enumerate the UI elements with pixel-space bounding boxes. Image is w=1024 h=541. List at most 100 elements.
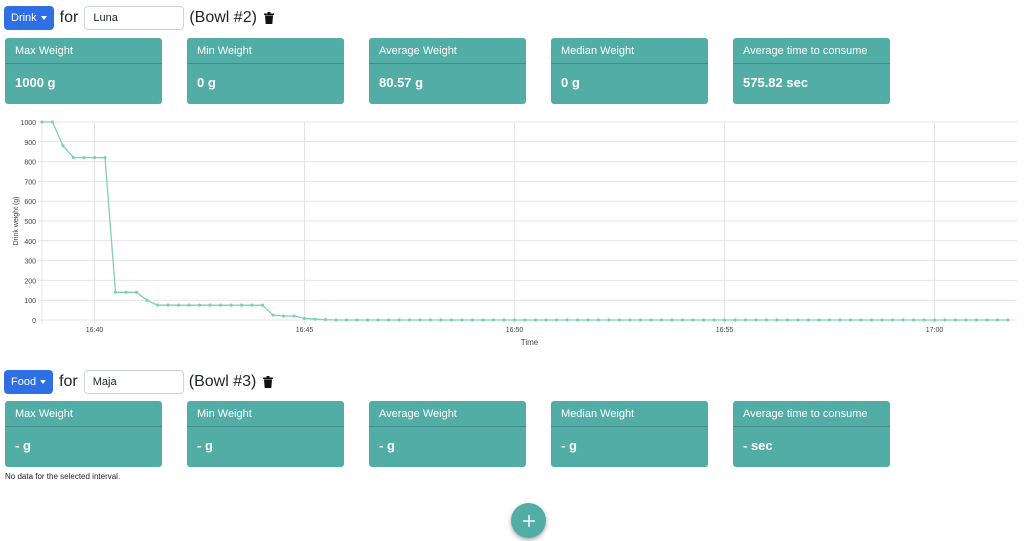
data-point	[40, 120, 44, 124]
y-tick-label: 200	[24, 278, 36, 285]
data-point	[155, 303, 160, 307]
data-point	[785, 318, 790, 322]
stat-card-value: - g	[15, 438, 31, 453]
data-point	[565, 318, 569, 322]
data-point	[596, 318, 601, 322]
data-point	[544, 318, 548, 322]
stat-card-value: - g	[197, 438, 213, 453]
data-point	[869, 318, 874, 322]
bowl-type-label: Drink	[11, 12, 37, 24]
data-point	[764, 318, 769, 322]
x-tick-label: 16:50	[506, 327, 524, 334]
y-axis-label: Drink weight (g)	[13, 196, 20, 245]
data-point	[187, 303, 191, 307]
trash-icon[interactable]	[263, 12, 274, 24]
data-point	[985, 318, 989, 322]
y-tick-label: 1000	[20, 120, 36, 127]
data-point	[964, 318, 968, 322]
add-bowl-button[interactable]	[511, 503, 546, 538]
data-point	[281, 314, 286, 318]
data-point	[365, 318, 370, 322]
y-tick-label: 300	[24, 259, 36, 266]
trash-icon[interactable]	[263, 376, 274, 388]
data-point	[428, 318, 433, 322]
stat-card-title: Average time to consume	[733, 401, 890, 427]
data-point	[92, 156, 97, 160]
data-point	[533, 318, 538, 322]
x-axis-ticks: 16:40 16:45 16:50 16:55 17:00	[86, 327, 944, 334]
stat-card-min-weight: Min Weight - g	[187, 401, 344, 467]
data-point	[397, 318, 401, 322]
bowl-3-header: Food for (Bowl #3)	[4, 370, 274, 394]
data-point	[82, 156, 86, 160]
data-point	[953, 318, 958, 322]
x-tick-label: 16:45	[296, 327, 314, 334]
data-point	[292, 314, 296, 318]
y-axis-ticks: 0 100 200 300 400 500 600 700 800 900 1000	[20, 120, 36, 325]
pet-name-input[interactable]	[84, 6, 185, 30]
pet-name-input[interactable]	[83, 370, 184, 394]
data-point	[806, 318, 811, 322]
stat-card-value: 1000 g	[15, 75, 56, 90]
stat-card-max-weight: Max Weight 1000 g	[5, 38, 162, 104]
data-point	[197, 303, 202, 307]
caret-down-icon	[40, 380, 47, 384]
data-point	[775, 318, 779, 322]
data-point	[491, 318, 496, 322]
bowl-type-dropdown[interactable]: Drink	[4, 6, 54, 30]
data-point	[911, 318, 916, 322]
y-tick-label: 700	[24, 179, 36, 186]
data-point	[943, 318, 947, 322]
data-point	[502, 318, 506, 322]
data-point	[470, 318, 475, 322]
data-point	[439, 318, 443, 322]
stat-card-value: 0 g	[197, 75, 216, 90]
data-point	[1006, 318, 1010, 322]
bowl-label: (Bowl #2)	[189, 9, 257, 26]
for-label: for	[59, 9, 79, 26]
data-point	[932, 318, 937, 322]
stat-card-title: Min Weight	[187, 38, 344, 64]
stat-card-title: Median Weight	[551, 38, 708, 64]
stat-card-max-weight: Max Weight - g	[5, 401, 162, 467]
chart-grid	[38, 121, 1017, 324]
y-tick-label: 500	[24, 219, 36, 226]
data-point	[176, 303, 181, 307]
stat-card-title: Min Weight	[187, 401, 344, 427]
data-point	[124, 290, 128, 294]
y-tick-label: 0	[32, 318, 36, 325]
data-point	[827, 318, 832, 322]
stat-card-value: - g	[379, 438, 395, 453]
stat-card-average-weight: Average Weight - g	[369, 401, 526, 467]
stat-card-title: Max Weight	[5, 38, 162, 64]
stat-card-title: Average Weight	[369, 38, 526, 64]
stat-card-min-weight: Min Weight 0 g	[187, 38, 344, 104]
stat-card-value: 0 g	[561, 75, 580, 90]
bowl-label: (Bowl #3)	[188, 373, 257, 390]
data-point	[344, 318, 349, 322]
stat-card-median-weight: Median Weight 0 g	[551, 38, 708, 104]
for-label: for	[59, 373, 78, 390]
data-point	[901, 318, 905, 322]
data-point	[638, 318, 643, 322]
y-tick-label: 100	[24, 298, 36, 305]
x-tick-label: 17:00	[926, 327, 944, 334]
bowl-type-dropdown[interactable]: Food	[4, 370, 54, 394]
data-point	[995, 318, 1000, 322]
data-point	[166, 303, 170, 307]
data-point	[848, 318, 853, 322]
y-tick-label: 400	[24, 239, 36, 246]
data-point	[61, 144, 65, 148]
data-point	[586, 318, 590, 322]
x-tick-label: 16:55	[716, 327, 734, 334]
data-point	[218, 303, 223, 307]
data-point	[691, 318, 695, 322]
plus-icon	[522, 514, 535, 527]
data-point	[838, 318, 842, 322]
no-data-message: No data for the selected interval.	[5, 472, 121, 481]
data-point	[407, 318, 412, 322]
data-point	[512, 318, 517, 322]
stat-card-value: 575.82 sec	[743, 75, 809, 90]
data-point	[659, 318, 664, 322]
stat-card-value: 80.57 g	[379, 75, 424, 90]
